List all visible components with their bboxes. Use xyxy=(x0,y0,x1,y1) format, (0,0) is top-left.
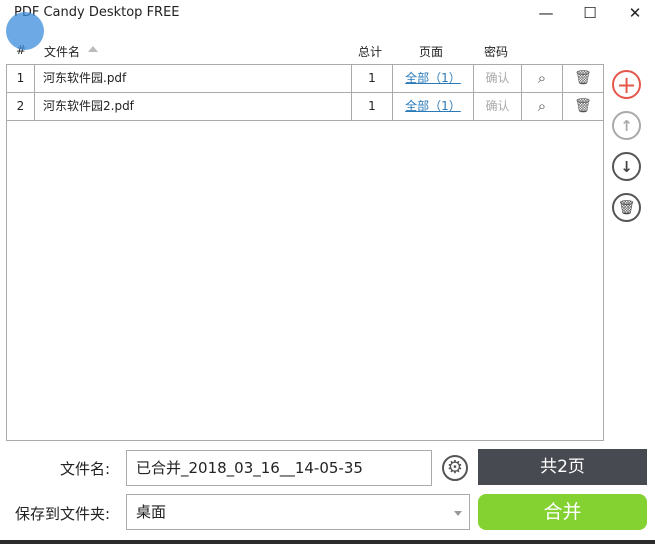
add-file-button[interactable]: + xyxy=(612,70,641,99)
folder-select[interactable]: 桌面 xyxy=(126,494,470,530)
close-button[interactable]: ✕ xyxy=(620,2,650,24)
row-index: 2 xyxy=(7,93,35,120)
table-row[interactable]: 1 河东软件园.pdf 1 全部（1） 确认 ⌕ 🗑 xyxy=(7,65,603,93)
table-row[interactable]: 2 河东软件园2.pdf 1 全部（1） 确认 ⌕ 🗑 xyxy=(7,93,603,121)
move-up-button[interactable]: ↑ xyxy=(612,111,641,140)
header-password[interactable]: 密码 xyxy=(484,43,508,60)
settings-gear-icon[interactable]: ⚙ xyxy=(442,455,468,481)
folder-value: 桌面 xyxy=(136,503,167,521)
pages-link[interactable]: 全部（1） xyxy=(405,99,461,113)
password-confirm[interactable]: 确认 xyxy=(474,65,522,92)
folder-label: 保存到文件夹: xyxy=(14,505,110,523)
row-pages-cell: 全部（1） xyxy=(393,93,474,120)
preview-icon[interactable]: ⌕ xyxy=(522,65,563,92)
preview-icon[interactable]: ⌕ xyxy=(522,93,563,120)
password-confirm[interactable]: 确认 xyxy=(474,93,522,120)
row-total: 1 xyxy=(352,65,393,92)
minimize-button[interactable]: — xyxy=(531,2,561,24)
row-filename: 河东软件园2.pdf xyxy=(35,93,352,120)
pages-link[interactable]: 全部（1） xyxy=(405,71,461,85)
merge-button[interactable]: 合并 xyxy=(478,494,647,530)
arrow-down-icon: ↓ xyxy=(620,157,633,176)
chevron-down-icon xyxy=(454,511,462,516)
delete-icon[interactable]: 🗑 xyxy=(563,65,603,92)
plus-icon: + xyxy=(616,70,637,99)
sort-ascending-icon xyxy=(88,46,98,52)
row-filename: 河东软件园.pdf xyxy=(35,65,352,92)
row-total: 1 xyxy=(352,93,393,120)
taskbar-edge xyxy=(0,540,655,544)
page-count-button[interactable]: 共2页 xyxy=(478,449,647,485)
trash-icon: 🗑 xyxy=(617,199,636,216)
arrow-up-icon: ↑ xyxy=(620,116,633,135)
maximize-button[interactable]: ☐ xyxy=(575,2,605,24)
file-table: 1 河东软件园.pdf 1 全部（1） 确认 ⌕ 🗑 2 河东软件园2.pdf … xyxy=(6,64,604,441)
window-title: PDF Candy Desktop FREE xyxy=(14,5,180,20)
header-total[interactable]: 总计 xyxy=(358,43,382,60)
move-down-button[interactable]: ↓ xyxy=(612,152,641,181)
filename-label: 文件名: xyxy=(59,460,110,478)
header-filename[interactable]: 文件名 xyxy=(44,43,80,60)
row-index: 1 xyxy=(7,65,35,92)
delete-icon[interactable]: 🗑 xyxy=(563,93,603,120)
filename-input[interactable]: 已合并_2018_03_16__14-05-35 xyxy=(126,450,432,486)
row-pages-cell: 全部（1） xyxy=(393,65,474,92)
clear-all-button[interactable]: 🗑 xyxy=(612,193,641,222)
header-index[interactable]: # xyxy=(16,43,26,57)
header-pages[interactable]: 页面 xyxy=(419,43,443,60)
